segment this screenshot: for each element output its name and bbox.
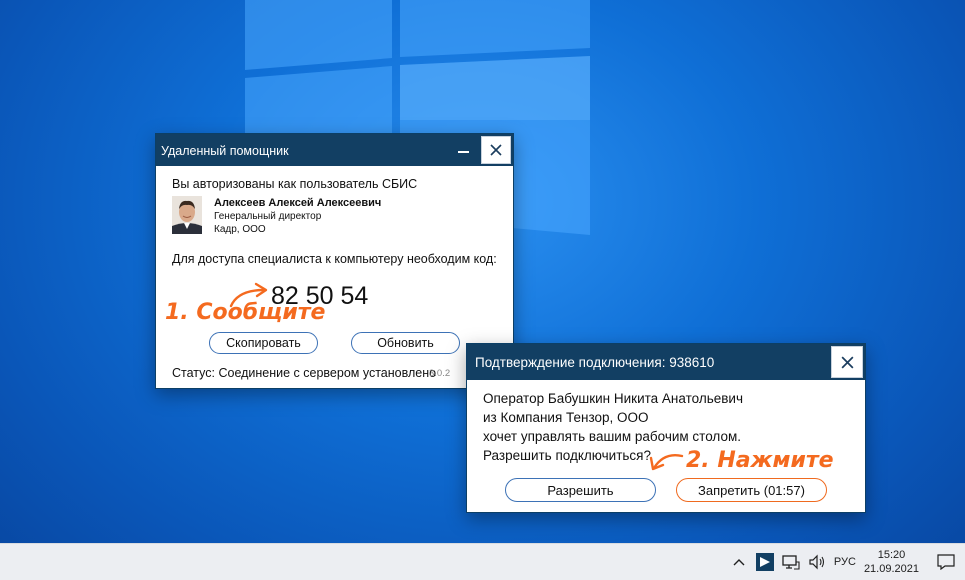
confirm-close-button[interactable] [831, 346, 863, 378]
language-indicator[interactable]: РУС [834, 556, 856, 568]
allow-button[interactable]: Разрешить [505, 478, 656, 502]
question-line: Разрешить подключиться? [483, 448, 651, 463]
step2-arrow [649, 454, 684, 471]
sbis-helper-tray-icon[interactable] [754, 551, 776, 573]
refresh-button[interactable]: Обновить [351, 332, 460, 354]
connection-status: Статус: Соединение с сервером установлен… [172, 366, 437, 380]
confirm-connection-window: Подтверждение подключения: 938610 Операт… [466, 343, 866, 513]
system-tray: РУС 15:20 21.09.2021 [726, 544, 965, 580]
copy-button[interactable]: Скопировать [209, 332, 318, 354]
clock-time: 15:20 [877, 549, 906, 561]
helper-close-button[interactable] [481, 136, 511, 164]
deny-button[interactable]: Запретить (01:57) [676, 478, 827, 502]
helper-titlebar: Удаленный помощник [156, 134, 513, 166]
confirm-title: Подтверждение подключения: 938610 [475, 355, 715, 370]
volume-icon[interactable] [806, 551, 828, 573]
close-icon [841, 356, 853, 368]
remote-helper-window: Удаленный помощник Вы авторизованы как п… [155, 133, 514, 389]
clock-date: 21.09.2021 [863, 563, 919, 575]
company-line: из Компания Тензор, ООО [483, 410, 649, 425]
minimize-button[interactable] [453, 140, 475, 162]
confirm-titlebar: Подтверждение подключения: 938610 [467, 344, 865, 380]
step1-arrow [229, 282, 268, 308]
user-company: Кадр, ООО [214, 224, 266, 235]
app-version: 3.0.2 [429, 368, 451, 379]
clock[interactable]: 15:20 21.09.2021 [864, 548, 919, 576]
user-name: Алексеев Алексей Алексеевич [214, 197, 382, 209]
user-avatar [172, 196, 202, 234]
chevron-up-icon[interactable] [728, 551, 750, 573]
network-icon[interactable] [780, 551, 802, 573]
notification-center-button[interactable] [933, 544, 959, 580]
helper-title: Удаленный помощник [161, 144, 289, 158]
control-line: хочет управлять вашим рабочим столом. [483, 429, 741, 444]
operator-line: Оператор Бабушкин Никита Анатольевич [483, 391, 743, 406]
notification-icon [937, 554, 955, 570]
code-prompt: Для доступа специалиста к компьютеру нео… [172, 252, 497, 266]
close-icon [490, 144, 502, 156]
step2-annotation: 2. Нажмите [686, 448, 834, 473]
taskbar: РУС 15:20 21.09.2021 [0, 543, 965, 580]
user-position: Генеральный директор [214, 211, 322, 222]
authorized-text: Вы авторизованы как пользователь СБИС [172, 177, 418, 191]
